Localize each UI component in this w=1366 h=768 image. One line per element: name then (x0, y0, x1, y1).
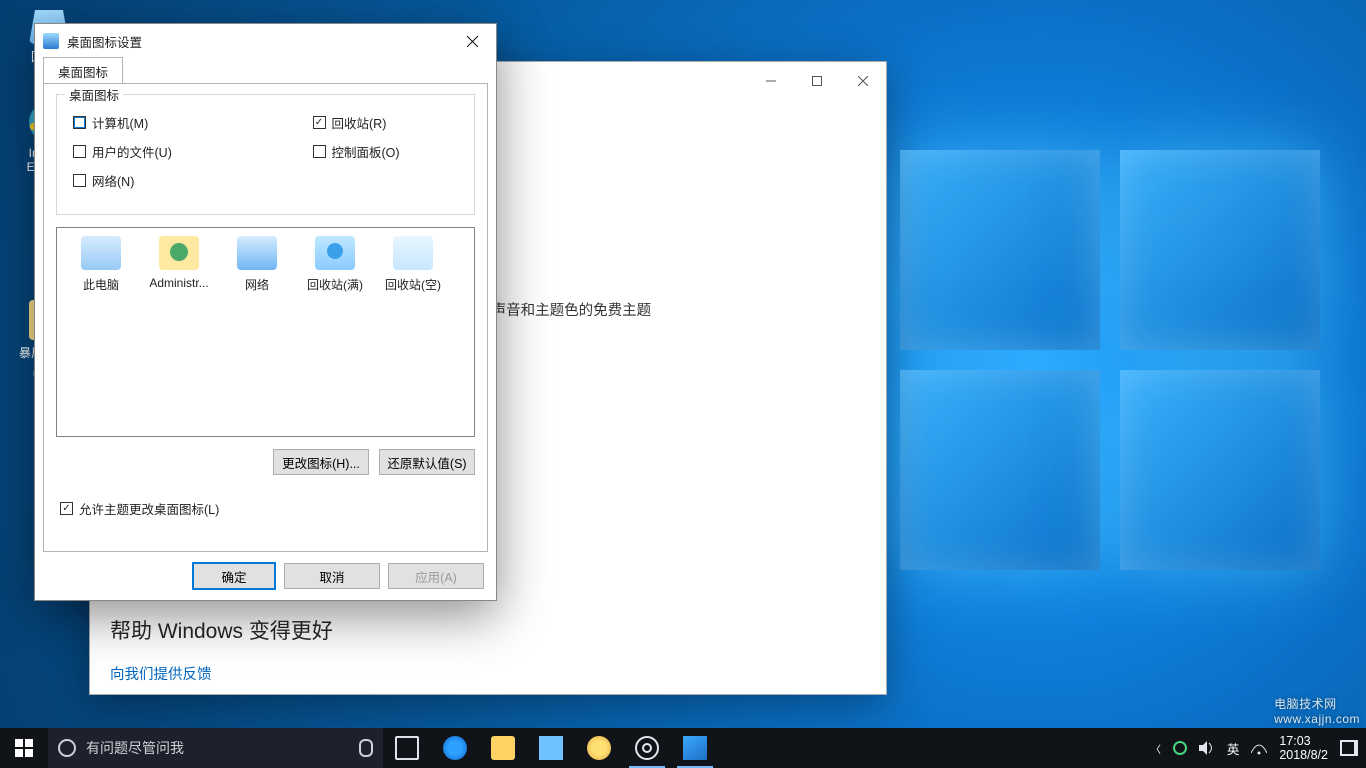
clock-time: 17:03 (1279, 734, 1328, 748)
clock-date: 2018/8/2 (1279, 748, 1328, 762)
link-feedback[interactable]: 向我们提供反馈 (110, 663, 866, 684)
group-desktop-icons: 桌面图标 计算机(M) 回收站(R) 用户的文件(U) (56, 94, 475, 215)
paint-button[interactable] (575, 728, 623, 768)
checkbox-label: 控制面板(O) (332, 142, 400, 161)
paint-icon (587, 736, 611, 760)
checkbox-box (73, 116, 86, 129)
preview-label: 回收站(满) (307, 278, 363, 292)
dialog-title: 桌面图标设置 (67, 32, 456, 51)
preview-label: 网络 (245, 278, 269, 292)
preview-this-pc[interactable]: 此电脑 (63, 236, 139, 293)
checkbox-box (73, 145, 86, 158)
taskbar-apps (383, 728, 719, 768)
volume-icon[interactable] (1199, 741, 1215, 755)
edge-button[interactable] (431, 728, 479, 768)
settings-taskbar-button[interactable] (623, 728, 671, 768)
desktop-icon-settings-dialog: 桌面图标设置 桌面图标 桌面图标 计算机(M) 回收站(R) (34, 23, 497, 601)
preview-label: 回收站(空) (385, 278, 441, 292)
watermark-text: 电脑技术网 www.xajjn.com (1274, 695, 1360, 726)
action-center-icon[interactable] (1340, 740, 1358, 756)
close-icon (858, 76, 868, 86)
checkbox-user-files[interactable]: 用户的文件(U) (73, 142, 223, 161)
this-pc-icon (81, 236, 121, 270)
settings-maximize-button[interactable] (794, 62, 840, 100)
ime-indicator[interactable]: 英 (1227, 739, 1240, 758)
folder-icon (491, 736, 515, 760)
preview-administrator[interactable]: Administr... (141, 236, 217, 290)
checkbox-computer[interactable]: 计算机(M) (73, 113, 223, 132)
checkbox-label: 网络(N) (92, 171, 134, 190)
checkbox-allow-theme-change[interactable]: 允许主题更改桌面图标(L) (56, 499, 475, 518)
store-button[interactable] (527, 728, 575, 768)
checkbox-box (313, 116, 326, 129)
restore-defaults-button[interactable]: 还原默认值(S) (379, 449, 475, 475)
group-label: 桌面图标 (65, 85, 123, 104)
checkbox-label: 允许主题更改桌面图标(L) (79, 499, 219, 518)
mic-icon (359, 739, 373, 757)
minimize-icon (766, 76, 776, 86)
checkbox-label: 回收站(R) (332, 113, 387, 132)
settings-heading-feedback: 帮助 Windows 变得更好 (110, 615, 866, 645)
taskview-button[interactable] (383, 728, 431, 768)
preview-label: Administr... (149, 276, 208, 290)
network-tray-icon[interactable] (1251, 741, 1267, 755)
checkbox-label: 计算机(M) (92, 113, 148, 132)
dialog-titlebar[interactable]: 桌面图标设置 (35, 24, 496, 58)
apply-button[interactable]: 应用(A) (388, 563, 484, 589)
control-panel-taskbar-button[interactable] (671, 728, 719, 768)
dialog-close-button[interactable] (456, 28, 488, 54)
tab-desktop-icons[interactable]: 桌面图标 (43, 57, 123, 85)
checkbox-box (60, 502, 73, 515)
user-folder-icon (159, 236, 199, 270)
checkbox-box (73, 174, 86, 187)
checkbox-box (313, 145, 326, 158)
icon-preview-list: 此电脑 Administr... 网络 回收站(满) 回收站(空) (56, 227, 475, 437)
wallpaper-windows-logo (900, 150, 1340, 590)
cancel-button[interactable]: 取消 (284, 563, 380, 589)
dialog-title-icon (43, 33, 59, 49)
close-icon (467, 36, 478, 47)
recycle-full-icon (315, 236, 355, 270)
edge-icon (443, 736, 467, 760)
checkbox-control-panel[interactable]: 控制面板(O) (313, 142, 463, 161)
settings-minimize-button[interactable] (748, 62, 794, 100)
windows-icon (15, 739, 33, 757)
change-icon-button[interactable]: 更改图标(H)... (273, 449, 369, 475)
settings-close-button[interactable] (840, 62, 886, 100)
preview-network[interactable]: 网络 (219, 236, 295, 293)
file-explorer-button[interactable] (479, 728, 527, 768)
preview-label: 此电脑 (83, 278, 119, 292)
cortana-search-box[interactable]: 有问题尽管问我 (48, 728, 383, 768)
store-icon (539, 736, 563, 760)
security-icon[interactable] (1173, 741, 1187, 755)
checkbox-network[interactable]: 网络(N) (73, 171, 268, 190)
dialog-footer: 确定 取消 应用(A) (35, 552, 496, 600)
network-icon (237, 236, 277, 270)
search-placeholder-text: 有问题尽管问我 (86, 738, 184, 758)
dialog-tabstrip: 桌面图标 (35, 58, 496, 84)
system-tray: 〈 英 17:03 2018/8/2 (1143, 728, 1366, 768)
display-icon (683, 736, 707, 760)
taskview-icon (395, 736, 419, 760)
cortana-icon (58, 739, 76, 757)
recycle-empty-icon (393, 236, 433, 270)
taskbar: 有问题尽管问我 〈 英 17:03 20 (0, 728, 1366, 768)
start-button[interactable] (0, 728, 48, 768)
ok-button[interactable]: 确定 (192, 562, 276, 590)
maximize-icon (812, 76, 822, 86)
tabpanel-desktop-icons: 桌面图标 计算机(M) 回收站(R) 用户的文件(U) (43, 83, 488, 552)
preview-recycle-full[interactable]: 回收站(满) (297, 236, 373, 293)
taskbar-clock[interactable]: 17:03 2018/8/2 (1279, 734, 1328, 762)
preview-recycle-empty[interactable]: 回收站(空) (375, 236, 451, 293)
tray-overflow-button[interactable]: 〈 (1151, 741, 1161, 756)
desktop: 回收站 Internet Explorer 暴风激活工具V17 在 Window… (0, 0, 1366, 768)
gear-icon (635, 736, 659, 760)
checkbox-label: 用户的文件(U) (92, 142, 172, 161)
checkbox-recycle-bin[interactable]: 回收站(R) (313, 113, 463, 132)
